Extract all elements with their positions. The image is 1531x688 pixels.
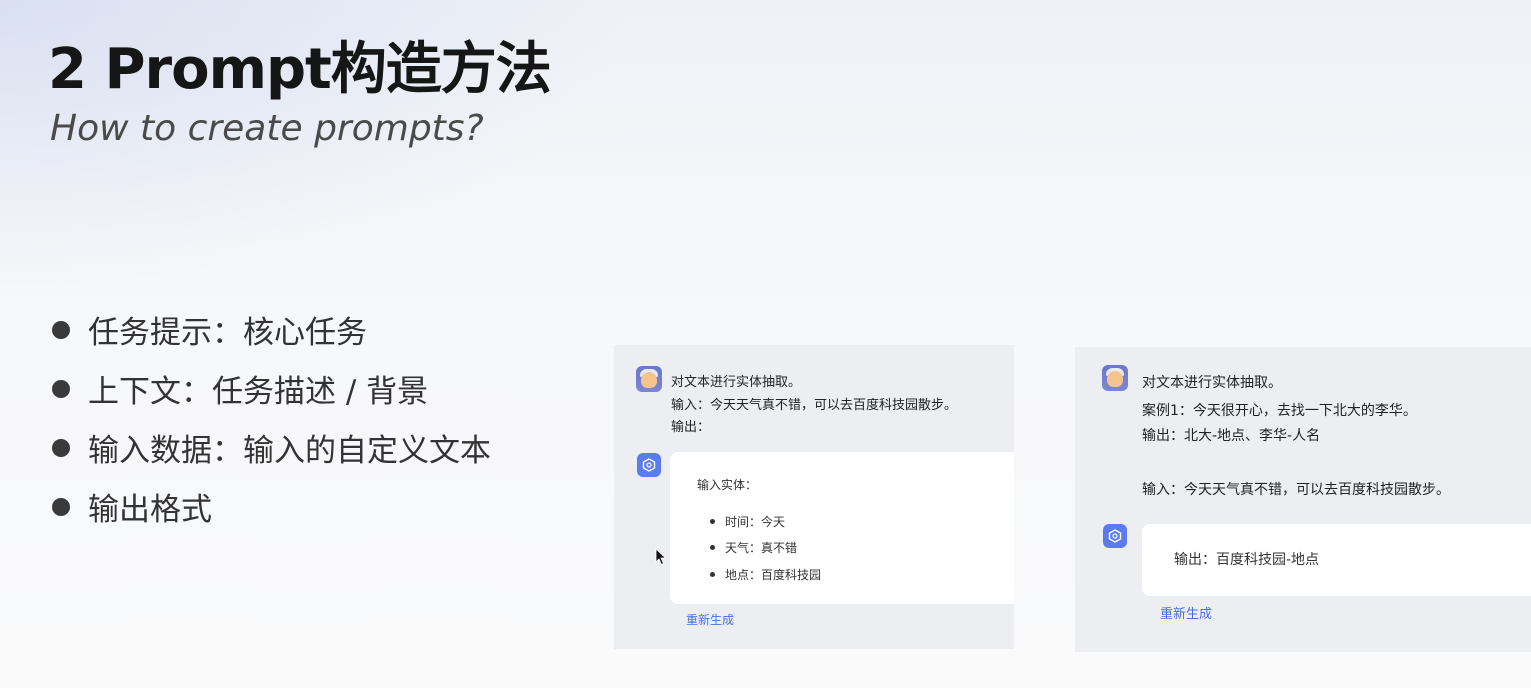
user-message-line: 对文本进行实体抽取。 [671, 375, 802, 390]
bullet-item: 上下文：任务描述 / 背景 [52, 359, 491, 418]
user-message-line: 对文本进行实体抽取。 [1142, 375, 1282, 391]
bullet-text: 上下文：任务描述 / 背景 [88, 374, 429, 410]
user-message-line: 输出： [671, 420, 711, 435]
bullet-text: 任务提示：核心任务 [88, 315, 367, 351]
regenerate-button[interactable]: 重新生成 [1160, 603, 1212, 622]
bot-icon [1103, 524, 1127, 548]
bullet-list: 任务提示：核心任务 上下文：任务描述 / 背景 输入数据：输入的自定义文本 输出… [52, 300, 491, 536]
user-avatar [1102, 365, 1128, 391]
bullet-dot-icon [52, 438, 70, 457]
user-avatar [636, 366, 662, 392]
mouse-cursor-icon [655, 548, 667, 570]
bullet-dot-icon [52, 497, 70, 516]
bot-reply-card: 输出：百度科技园-地点 [1142, 524, 1531, 596]
chat-example-left: 对文本进行实体抽取。 输入：今天天气真不错，可以去百度科技园散步。 输出： 输入… [614, 345, 1014, 649]
reply-list-item: 时间：今天 [710, 513, 785, 530]
reply-text: 输出：百度科技园-地点 [1174, 552, 1320, 568]
bullet-text: 输出格式 [88, 492, 212, 528]
bot-icon [637, 453, 661, 477]
bot-reply-card: 输入实体： 时间：今天 天气：真不错 地点：百度科技园 [670, 452, 1014, 604]
regenerate-button[interactable]: 重新生成 [686, 611, 734, 628]
bullet-item: 任务提示：核心任务 [52, 300, 491, 359]
bullet-item: 输出格式 [52, 477, 491, 536]
bullet-text: 输入数据：输入的自定义文本 [88, 433, 491, 469]
slide-subtitle: How to create prompts? [50, 108, 484, 149]
reply-heading: 输入实体： [697, 478, 758, 492]
bullet-dot-icon [52, 379, 70, 398]
bullet-item: 输入数据：输入的自定义文本 [52, 418, 491, 477]
reply-list-item: 天气：真不错 [710, 539, 797, 556]
chat-example-right: 对文本进行实体抽取。 案例1：今天很开心，去找一下北大的李华。 输出：北大-地点… [1075, 347, 1531, 652]
user-message-line: 输入：今天天气真不错，可以去百度科技园散步。 [1142, 482, 1450, 498]
reply-list-item: 地点：百度科技园 [710, 566, 821, 583]
user-message-line: 输入：今天天气真不错，可以去百度科技园散步。 [671, 398, 958, 413]
user-message-line: 输出：北大-地点、李华-人名 [1142, 428, 1321, 444]
user-message-line: 案例1：今天很开心，去找一下北大的李华。 [1142, 403, 1417, 419]
bullet-dot-icon [52, 320, 70, 339]
slide-title: 2 Prompt构造方法 [48, 37, 552, 102]
